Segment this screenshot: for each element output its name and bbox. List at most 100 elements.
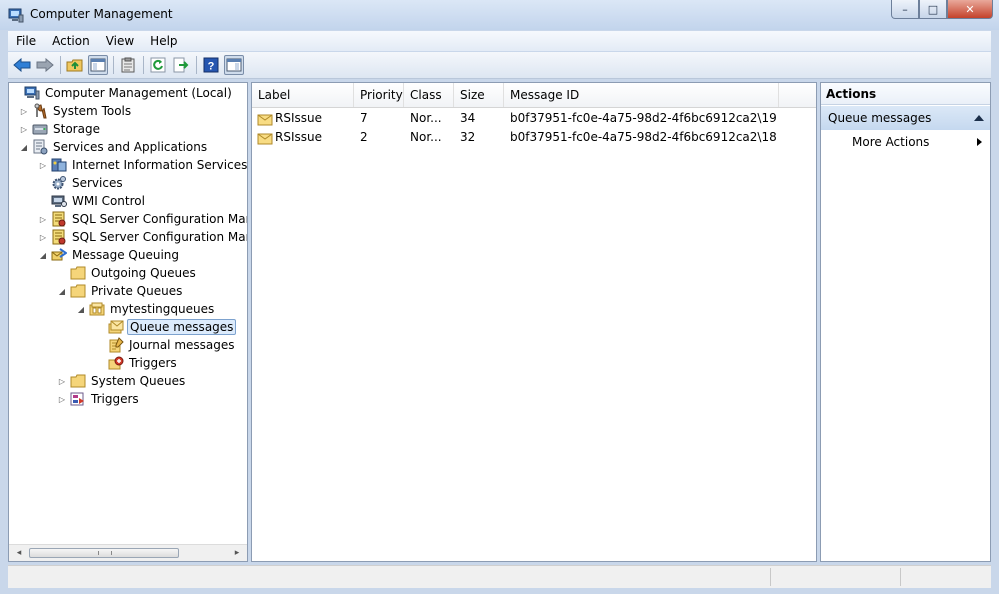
column-header-label[interactable]: Label [252, 83, 354, 107]
tree-node-sql-server-config-1[interactable]: ▷ SQL Server Configuration Manager [38, 210, 247, 228]
tree-node-label: System Queues [91, 374, 186, 388]
tree-expander[interactable]: ▷ [38, 233, 48, 242]
triggers-icon [70, 391, 86, 407]
tree-node-triggers[interactable]: ▷ Triggers [57, 390, 141, 408]
tree-node-triggers-queue[interactable]: Triggers [95, 354, 179, 372]
tools-icon [32, 103, 48, 119]
queue-icon [89, 301, 105, 317]
message-queuing-icon [51, 247, 67, 263]
actions-section-queue-messages[interactable]: Queue messages [821, 106, 990, 130]
tree-node-iis[interactable]: ▷ Internet Information Services (IIS) [38, 156, 248, 174]
refresh-icon[interactable] [148, 55, 168, 75]
cell-size: 32 [460, 130, 476, 144]
scrollbar-thumb[interactable] [29, 548, 179, 558]
menu-action[interactable]: Action [44, 34, 98, 48]
tree-node-label: System Tools [53, 104, 132, 118]
menu-file[interactable]: File [8, 34, 44, 48]
scroll-left-arrow-icon[interactable]: ◂ [11, 545, 27, 561]
services-apps-icon [32, 139, 48, 155]
tree-node-label: Services [72, 176, 123, 190]
show-hide-tree-icon[interactable] [88, 55, 108, 75]
tree-node-mytestingqueues[interactable]: ◢ mytestingqueues [76, 300, 216, 318]
tree-expander[interactable]: ◢ [57, 287, 67, 296]
export-list-icon[interactable] [171, 55, 191, 75]
storage-icon [32, 121, 48, 137]
message-label: RSIssue [275, 111, 322, 125]
tree-node-queue-messages[interactable]: Queue messages [95, 318, 237, 336]
menu-view[interactable]: View [98, 34, 142, 48]
column-header-message-id[interactable]: Message ID [504, 83, 779, 107]
tree-node-services[interactable]: Services [38, 174, 125, 192]
help-icon[interactable]: ? [201, 55, 221, 75]
scroll-right-arrow-icon[interactable]: ▸ [229, 545, 245, 561]
forward-arrow-icon[interactable] [35, 55, 55, 75]
tree-expander[interactable]: ▷ [57, 395, 67, 404]
up-folder-icon[interactable] [65, 55, 85, 75]
tree-expander[interactable]: ▷ [19, 125, 29, 134]
tree-node-private-queues[interactable]: ◢ Private Queues [57, 282, 184, 300]
tree-node-message-queuing[interactable]: ◢ Message Queuing [38, 246, 181, 264]
window-title: Computer Management [30, 7, 173, 21]
show-hide-action-pane-icon[interactable] [224, 55, 244, 75]
toolbar-separator [60, 56, 61, 74]
tree-node-label: Outgoing Queues [91, 266, 196, 280]
tree-expander[interactable]: ▷ [38, 161, 48, 170]
tree-node-label: WMI Control [72, 194, 145, 208]
title-bar[interactable]: Computer Management – □ ✕ [0, 0, 999, 30]
svg-text:?: ? [208, 61, 215, 73]
tree-node-storage[interactable]: ▷ Storage [19, 120, 102, 138]
message-envelope-icon [257, 132, 273, 144]
table-row[interactable]: RSIssue 7 Nor... 34 b0f37951-fc0e-4a75-9… [252, 109, 816, 128]
collapse-triangle-icon[interactable] [974, 115, 984, 121]
cell-label: RSIssue [252, 109, 354, 128]
tree-node-label: Queue messages [127, 319, 237, 335]
minimize-button[interactable]: – [891, 0, 919, 19]
message-envelope-icon [257, 113, 273, 125]
tree-node-services-and-applications[interactable]: ◢ Services and Applications [19, 138, 209, 156]
clipboard-icon[interactable] [118, 55, 138, 75]
maximize-button[interactable]: □ [919, 0, 947, 19]
computer-management-icon [8, 7, 24, 23]
tree-node-outgoing-queues[interactable]: Outgoing Queues [57, 264, 198, 282]
tree-node-system-queues[interactable]: ▷ System Queues [57, 372, 187, 390]
folder-icon [70, 283, 86, 299]
menu-help[interactable]: Help [142, 34, 185, 48]
queue-messages-icon [108, 319, 124, 335]
tree-node-label: Internet Information Services (IIS) [72, 158, 248, 172]
tree-expander[interactable]: ◢ [76, 305, 86, 314]
table-row[interactable]: RSIssue 2 Nor... 32 b0f37951-fc0e-4a75-9… [252, 128, 816, 147]
column-header-priority[interactable]: Priority [354, 83, 404, 107]
action-more-actions[interactable]: More Actions [821, 132, 990, 152]
tree-node-label: SQL Server Configuration Manager [72, 212, 247, 226]
status-panel [770, 568, 901, 586]
close-button[interactable]: ✕ [947, 0, 993, 19]
folder-icon [70, 373, 86, 389]
tree-expander[interactable]: ▷ [57, 377, 67, 386]
submenu-arrow-icon [977, 138, 982, 146]
tree-node-computer-management[interactable]: Computer Management (Local) [11, 84, 234, 102]
tree-node-system-tools[interactable]: ▷ System Tools [19, 102, 133, 120]
folder-icon [70, 265, 86, 281]
tree-node-sql-server-config-2[interactable]: ▷ SQL Server Configuration Manager [38, 228, 247, 246]
sql-config-icon [51, 229, 67, 245]
tree-node-wmi-control[interactable]: WMI Control [38, 192, 147, 210]
app-window: Computer Management – □ ✕ File Action Vi… [0, 0, 999, 594]
column-header-class[interactable]: Class [404, 83, 454, 107]
message-list-pane: Label Priority Class Size Message ID RSI… [251, 82, 817, 562]
column-header-size[interactable]: Size [454, 83, 504, 107]
tree-expander[interactable]: ◢ [38, 251, 48, 260]
cell-size: 34 [460, 111, 476, 125]
tree-node-label: mytestingqueues [110, 302, 215, 316]
iis-icon [51, 157, 67, 173]
tree-expander[interactable]: ▷ [19, 107, 29, 116]
back-arrow-icon[interactable] [12, 55, 32, 75]
tree-horizontal-scrollbar[interactable]: ◂ ▸ [9, 544, 247, 561]
actions-pane: Actions Queue messages More Actions [820, 82, 991, 562]
cell-message-id: b0f37951-fc0e-4a75-98d2-4f6bc6912ca2\18 [510, 130, 777, 144]
tree-expander[interactable]: ◢ [19, 143, 29, 152]
tree-node-journal-messages[interactable]: Journal messages [95, 336, 237, 354]
gear-icon [51, 175, 67, 191]
tree-node-label: Message Queuing [72, 248, 180, 262]
tree-expander[interactable]: ▷ [38, 215, 48, 224]
journal-messages-icon [108, 337, 124, 353]
